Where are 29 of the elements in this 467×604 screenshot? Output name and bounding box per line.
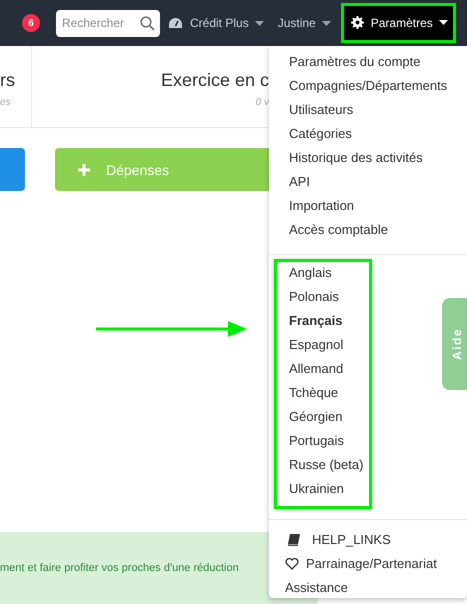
language-item[interactable]: Portugais	[277, 430, 369, 454]
language-item[interactable]: Français	[277, 310, 369, 334]
banner-text: ment et faire profiter vos proches d'une réduction	[0, 562, 239, 574]
menu-item[interactable]: Accès comptable	[269, 218, 467, 242]
stat-title: rs	[0, 70, 15, 90]
navbar-menu[interactable]: Paramètres	[340, 2, 456, 42]
stat-subtitle: es	[0, 96, 11, 108]
language-item[interactable]: Russe (beta)	[277, 454, 369, 478]
language-item[interactable]: Ukrainien	[277, 478, 369, 502]
menu-item[interactable]: Catégories	[269, 122, 467, 146]
menu-item[interactable]: Utilisateurs	[269, 98, 467, 122]
language-item[interactable]: Géorgien	[277, 406, 369, 430]
stat-subtitle: 0 v	[256, 96, 269, 108]
menu-item[interactable]: Importation	[269, 194, 467, 218]
menu-item[interactable]: Assistance	[269, 576, 467, 600]
menu-item[interactable]: Compagnies/Départements	[269, 74, 467, 98]
notification-badge[interactable]: 6	[22, 14, 40, 32]
navbar-menu[interactable]: Crédit Plus	[162, 0, 270, 46]
menu-item[interactable]: HELP_LINKS	[269, 528, 467, 552]
menu-item[interactable]: Parrainage/Partenariat	[269, 552, 467, 576]
language-item[interactable]: Tchèque	[277, 382, 369, 406]
search-field[interactable]: Rechercher	[56, 10, 160, 36]
language-item[interactable]: Allemand	[277, 358, 369, 382]
language-item[interactable]: Anglais	[277, 262, 369, 286]
navbar-menu[interactable]: Justine	[272, 0, 337, 46]
stat-title: Exercice en c	[160, 70, 269, 90]
menu-item[interactable]: Paramètres du compte	[269, 50, 467, 74]
language-item[interactable]: Espagnol	[277, 334, 369, 358]
language-item[interactable]: Polonais	[277, 286, 369, 310]
